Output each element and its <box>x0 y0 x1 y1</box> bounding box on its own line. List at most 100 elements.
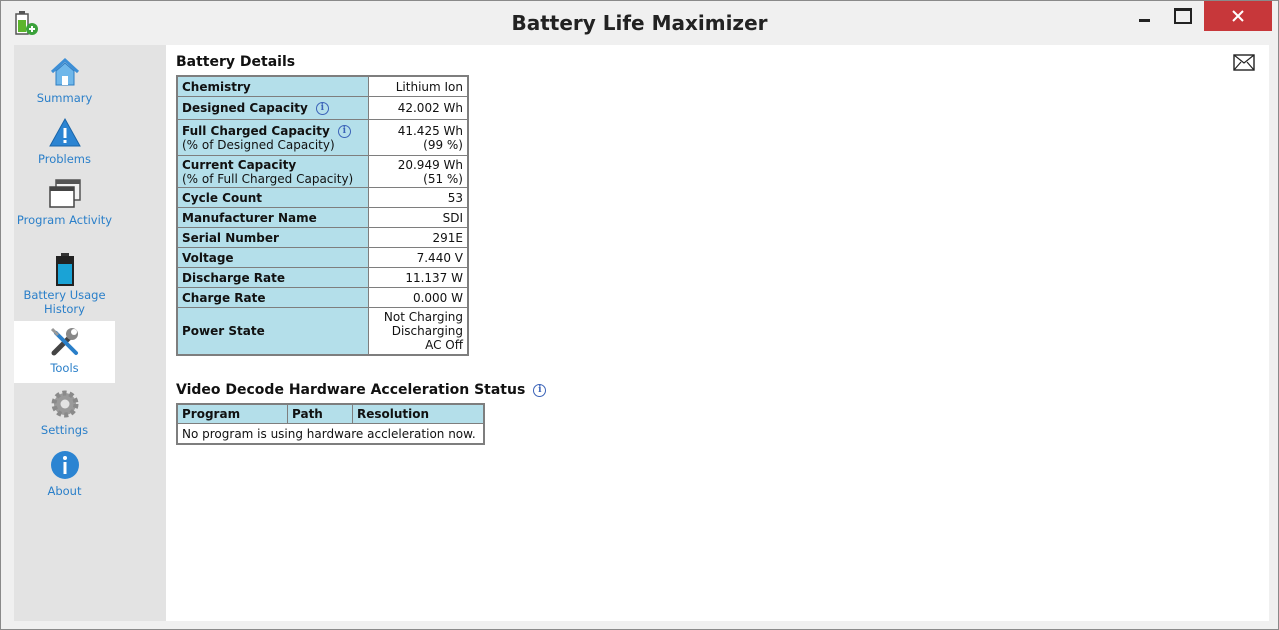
table-row: Discharge Rate 11.137 W <box>176 267 469 288</box>
label-voltage: Voltage <box>182 250 234 265</box>
row-value: SDI <box>368 207 469 228</box>
nav-program-activity-label: Program Activity <box>16 213 113 227</box>
label-serial-number: Serial Number <box>182 230 279 245</box>
value-current-capacity-percent: (51 %) <box>423 171 463 186</box>
row-value: 11.137 W <box>368 267 469 288</box>
label-full-charged-capacity: Full Charged Capacity <box>182 123 330 138</box>
table-row: Current Capacity (% of Full Charged Capac… <box>176 155 469 188</box>
row-value: 20.949 Wh (51 %) <box>368 155 469 188</box>
label-cycle-count: Cycle Count <box>182 190 263 205</box>
video-decode-table: Program Path Resolution No program is us… <box>176 403 485 445</box>
battery-icon <box>55 253 74 286</box>
value-power-state-discharging: Discharging <box>391 324 463 338</box>
row-value: 41.425 Wh (99 %) <box>368 119 469 156</box>
column-header-path: Path <box>287 403 353 424</box>
nav-tools-label: Tools <box>50 361 79 375</box>
row-value: 0.000 W <box>368 287 469 308</box>
value-cycle-count: 53 <box>447 190 463 205</box>
windows-icon <box>48 179 81 208</box>
nav-tools[interactable]: Tools <box>14 321 115 383</box>
label-power-state: Power State <box>182 324 265 338</box>
window-title: Battery Life Maximizer <box>511 11 768 35</box>
value-current-capacity: 20.949 Wh <box>397 157 463 172</box>
minimize-button[interactable] <box>1125 1 1163 31</box>
table-row: No program is using hardware acclelerati… <box>176 423 485 445</box>
sidebar: Summary Problems Program Activity Batter… <box>14 45 166 621</box>
label-full-charged-sub: (% of Designed Capacity) <box>182 137 335 152</box>
value-full-charged-percent: (99 %) <box>423 137 463 152</box>
table-row: Voltage 7.440 V <box>176 247 469 268</box>
row-value: Not Charging Discharging AC Off <box>368 307 469 356</box>
row-value: 7.440 V <box>368 247 469 268</box>
close-icon <box>1232 10 1244 22</box>
value-voltage: 7.440 V <box>416 250 463 265</box>
column-header-program: Program <box>176 403 288 424</box>
row-value: Lithium Ion <box>368 75 469 97</box>
nav-problems[interactable]: Problems <box>14 116 115 166</box>
close-button[interactable] <box>1204 1 1272 31</box>
nav-battery-usage-history[interactable]: Battery Usage History <box>14 252 115 316</box>
maximize-icon <box>1174 8 1192 24</box>
app-window: Battery Life Maximizer Summary Problems <box>0 0 1279 630</box>
value-chemistry: Lithium Ion <box>395 79 463 94</box>
row-label: Full Charged Capacity i (% of Designed Cap… <box>176 119 369 156</box>
row-label: Current Capacity (% of Full Charged Capac… <box>176 155 369 188</box>
row-label: Chemistry <box>176 75 369 97</box>
nav-problems-label: Problems <box>37 152 91 166</box>
value-charge-rate: 0.000 W <box>412 290 463 305</box>
video-decode-heading-text: Video Decode Hardware Acceleration Statu… <box>176 382 526 398</box>
row-label: Charge Rate <box>176 287 369 308</box>
empty-message: No program is using hardware acclelerati… <box>176 423 485 445</box>
value-power-state-charging: Not Charging <box>383 310 463 324</box>
row-label: Power State <box>176 307 369 356</box>
table-row: Designed Capacity i 42.002 Wh <box>176 96 469 120</box>
row-label: Voltage <box>176 247 369 268</box>
info-icon[interactable]: i <box>533 384 547 397</box>
nav-about-label: About <box>47 484 82 498</box>
table-header-row: Program Path Resolution <box>176 403 485 424</box>
row-value: 42.002 Wh <box>368 96 469 120</box>
table-row: Cycle Count 53 <box>176 187 469 208</box>
label-current-capacity-sub: (% of Full Charged Capacity) <box>182 171 354 186</box>
label-current-capacity: Current Capacity <box>182 157 297 172</box>
title-bar: Battery Life Maximizer <box>1 1 1278 45</box>
nav-battery-usage-history-label: Battery Usage History <box>23 288 106 316</box>
battery-details-table: Chemistry Lithium Ion Designed Capacity i… <box>176 75 469 356</box>
info-icon[interactable]: i <box>337 124 351 138</box>
column-header-resolution: Resolution <box>352 403 485 424</box>
table-row: Manufacturer Name SDI <box>176 207 469 228</box>
info-icon <box>50 451 79 479</box>
value-discharge-rate: 11.137 W <box>405 270 463 285</box>
label-designed-capacity: Designed Capacity <box>182 101 308 115</box>
label-discharge-rate: Discharge Rate <box>182 270 286 285</box>
info-icon[interactable]: i <box>315 102 329 115</box>
table-row: Chemistry Lithium Ion <box>176 75 469 97</box>
row-value: 291E <box>368 227 469 248</box>
maximize-button[interactable] <box>1163 1 1203 31</box>
nav-settings[interactable]: Settings <box>14 387 115 437</box>
table-row: Charge Rate 0.000 W <box>176 287 469 308</box>
value-manufacturer-name: SDI <box>442 210 463 225</box>
nav-summary-label: Summary <box>36 91 93 105</box>
label-chemistry: Chemistry <box>182 79 251 94</box>
table-row: Full Charged Capacity i (% of Designed Cap… <box>176 119 469 156</box>
home-icon <box>50 57 79 86</box>
main-content: Battery Details Chemistry Lithium Ion De… <box>166 45 1269 621</box>
nav-summary[interactable]: Summary <box>14 55 115 105</box>
nav-about[interactable]: About <box>14 448 115 498</box>
tools-icon <box>50 327 78 356</box>
nav-settings-label: Settings <box>40 423 89 437</box>
minimize-icon <box>1138 18 1150 22</box>
row-label: Manufacturer Name <box>176 207 369 228</box>
warning-icon <box>48 117 81 147</box>
gear-icon <box>51 390 78 418</box>
row-value: 53 <box>368 187 469 208</box>
row-label: Cycle Count <box>176 187 369 208</box>
table-row: Serial Number 291E <box>176 227 469 248</box>
row-label: Serial Number <box>176 227 369 248</box>
mail-icon[interactable] <box>1233 54 1255 71</box>
nav-program-activity[interactable]: Program Activity <box>14 177 115 227</box>
value-designed-capacity: 42.002 Wh <box>397 101 463 115</box>
row-label: Discharge Rate <box>176 267 369 288</box>
row-label: Designed Capacity i <box>176 96 369 120</box>
